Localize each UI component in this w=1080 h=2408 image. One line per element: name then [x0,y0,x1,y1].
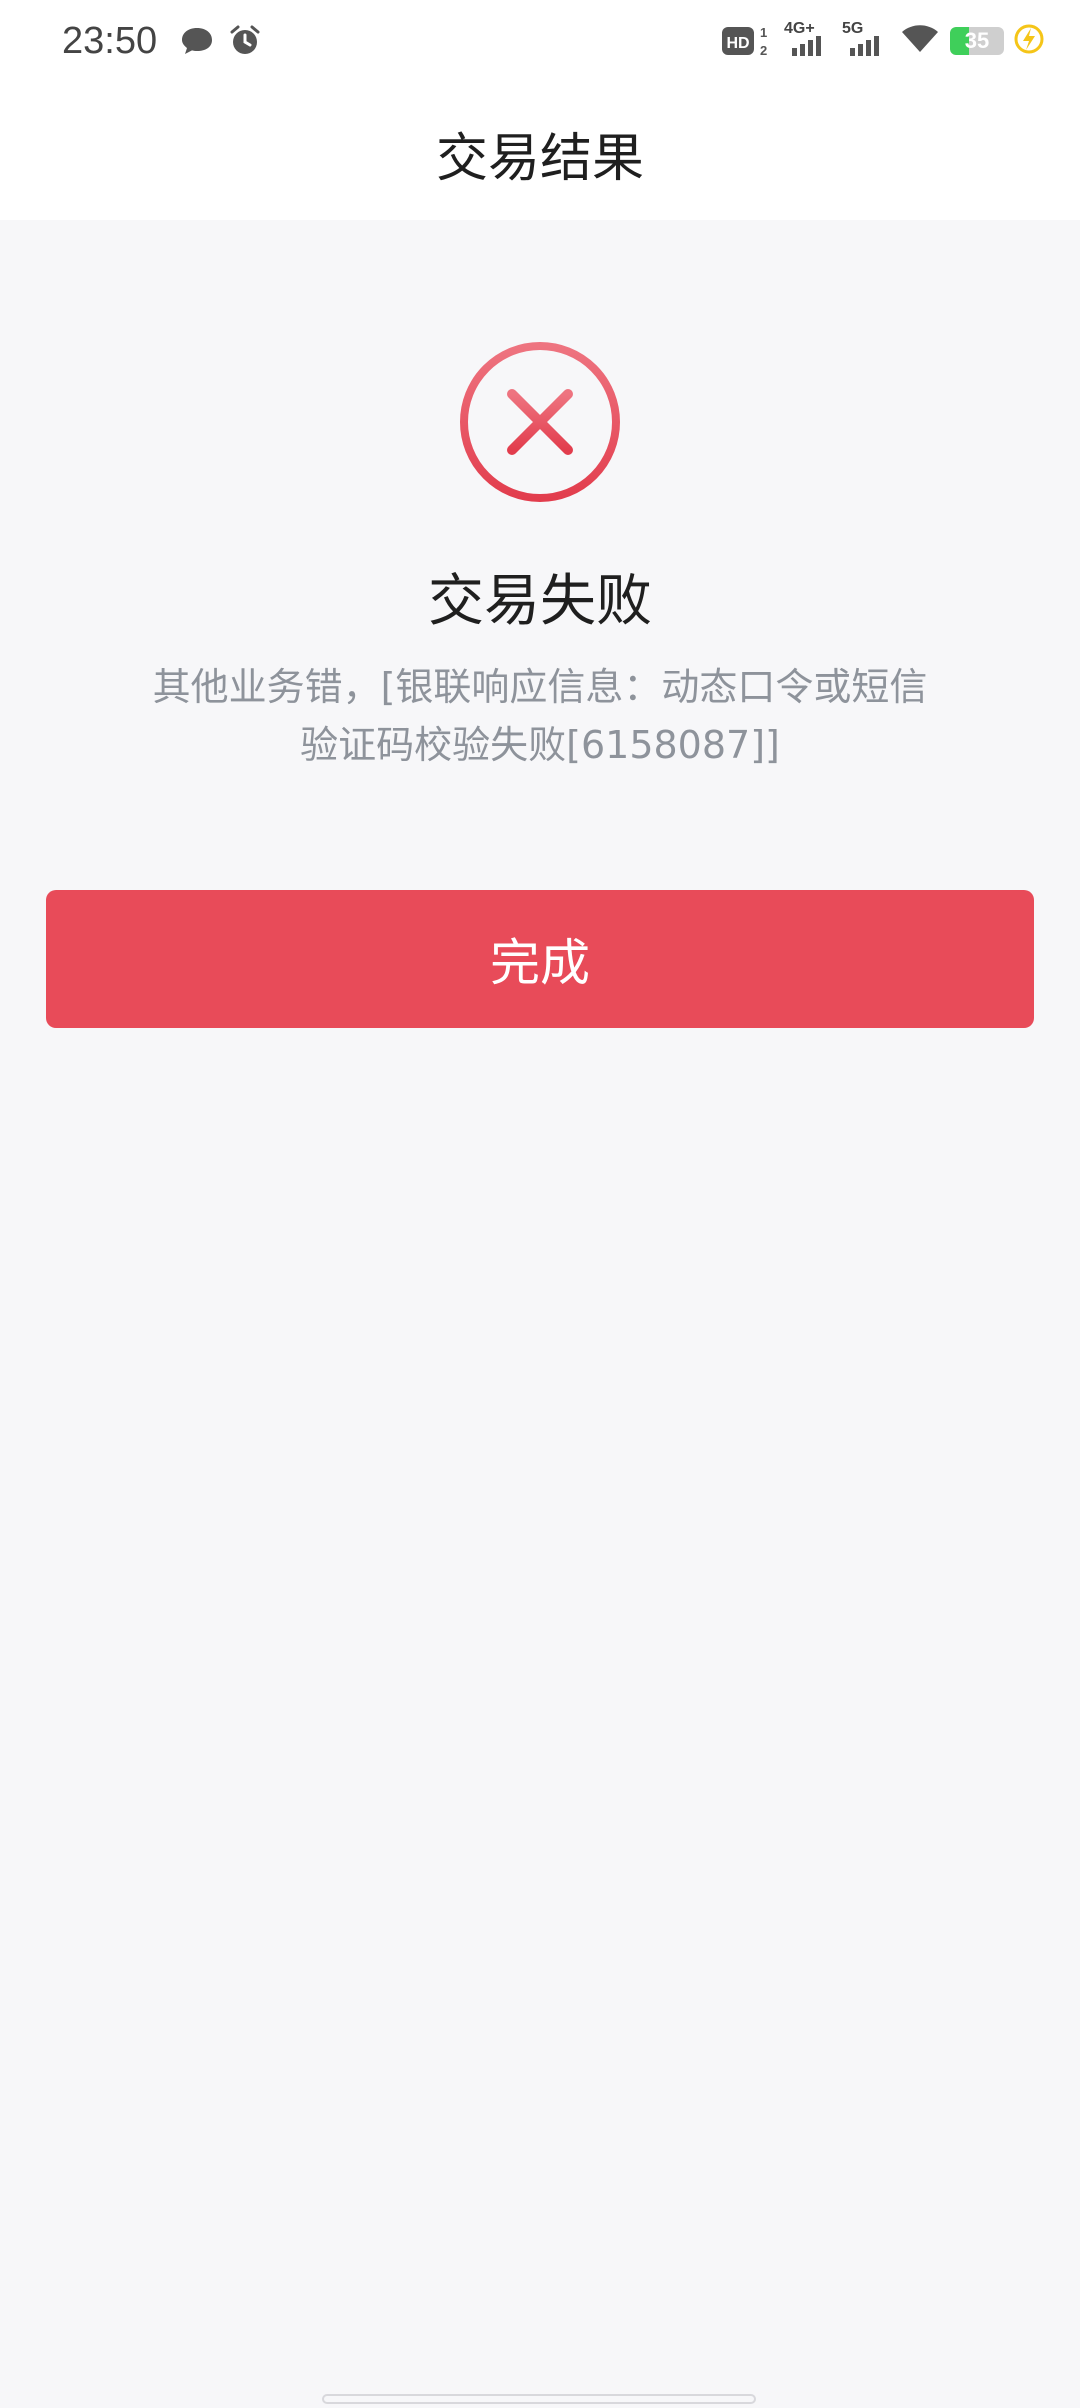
status-bar: 23:50 HD 1 2 4G+ 5G 35 [0,0,1080,86]
nav-bar: 交易结果 [0,86,1080,220]
done-button-label: 完成 [490,934,590,992]
alarm-clock-icon [228,24,262,62]
battery-level: 35 [964,28,990,53]
hd-voice-icon: HD 1 2 [722,23,774,59]
error-circle-x-icon [458,340,622,504]
hd-label: HD [726,35,749,52]
done-button[interactable]: 完成 [46,890,1034,1028]
page-title: 交易结果 [435,129,644,189]
gesture-navigation-bar[interactable] [322,2394,756,2404]
result-message: 其他业务错，[银联响应信息：动态口令或短信验证码校验失败[6158087]] [152,665,928,767]
signal-4g-icon: 4G+ [784,20,832,60]
signal-5g-icon: 5G [842,20,890,60]
wifi-icon [900,22,940,60]
status-left-icons [180,24,262,62]
hd-sim-1-label: 1 [760,25,767,40]
status-time: 23:50 [62,20,158,62]
result-title: 交易失败 [428,569,652,634]
status-right-icons: HD 1 2 4G+ 5G 35 [722,20,1044,60]
battery-indicator: 35 [950,27,1004,55]
chat-bubble-icon [180,24,214,62]
charging-bolt-icon [1014,23,1044,59]
hd-sim-2-label: 2 [760,43,767,58]
